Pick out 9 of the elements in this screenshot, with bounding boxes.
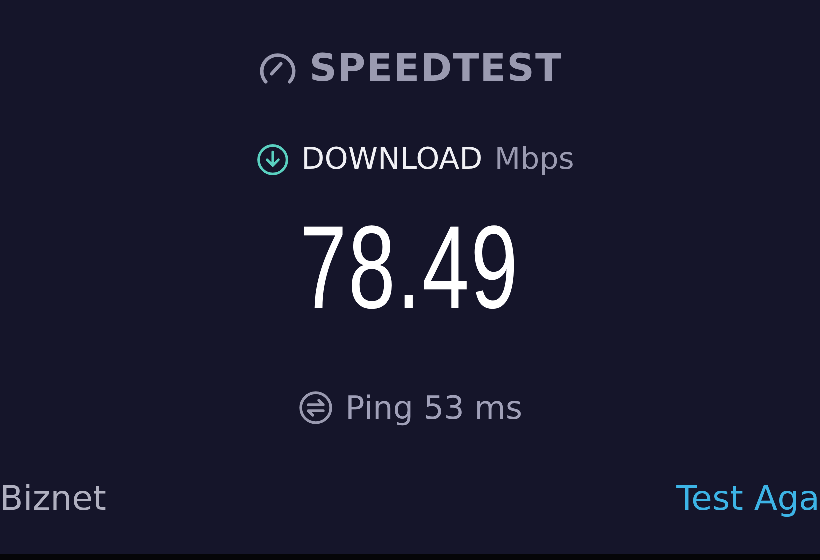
speed-value: 78.49 [300, 209, 520, 327]
test-again-button[interactable]: Test Aga [676, 479, 820, 519]
ping-label: Ping 53 ms [346, 389, 522, 427]
provider-name: Biznet [0, 479, 106, 519]
app-logo: SPEEDTEST [310, 46, 562, 90]
download-icon [256, 142, 290, 176]
unit-label: Mbps [494, 142, 574, 177]
ping-icon [298, 390, 334, 426]
download-label: DOWNLOAD [302, 142, 483, 177]
